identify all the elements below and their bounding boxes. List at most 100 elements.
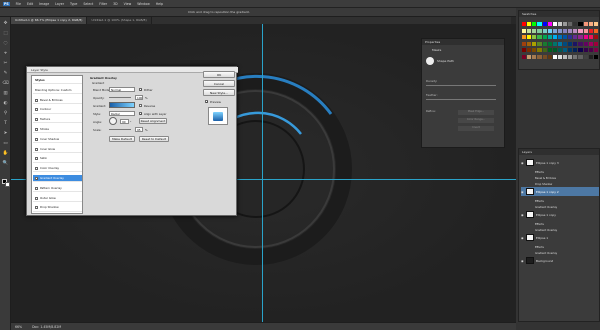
color-swatch[interactable] — [537, 54, 542, 59]
color-swatch[interactable] — [573, 48, 578, 52]
layer-row[interactable]: ◉ Ellipse 1 — [521, 233, 599, 242]
style-item[interactable]: Texture — [33, 116, 82, 124]
background-color-swatch[interactable] — [5, 182, 10, 187]
make-default-button[interactable]: Make Default — [109, 136, 135, 142]
visibility-eye-icon[interactable]: ◉ — [521, 259, 524, 263]
visibility-eye-icon[interactable]: ◉ — [521, 190, 524, 194]
color-swatch[interactable] — [552, 48, 557, 52]
color-swatch[interactable] — [522, 54, 527, 59]
style-checkbox[interactable] — [35, 118, 38, 122]
color-swatch[interactable] — [532, 28, 537, 33]
color-swatch[interactable] — [588, 28, 593, 33]
color-swatch[interactable] — [568, 41, 573, 46]
color-swatch[interactable] — [547, 54, 552, 59]
color-swatch[interactable] — [557, 35, 563, 39]
mask-edge-button[interactable]: Mask Edge... — [458, 110, 494, 115]
visibility-eye-icon[interactable]: ◉ — [521, 236, 524, 240]
document-tab[interactable]: Untitled-1 @ 100% (Shape 1, RGB/8) — [87, 17, 152, 24]
gradient-tool-icon[interactable]: ▥ — [2, 91, 9, 97]
color-swatch[interactable] — [593, 35, 598, 39]
menu-item-3d[interactable]: 3D — [113, 2, 117, 6]
hand-tool-icon[interactable]: ✋ — [2, 151, 9, 157]
visibility-eye-icon[interactable]: ◉ — [521, 161, 524, 165]
style-item[interactable]: ✓ Gradient Overlay — [33, 175, 82, 183]
menu-item-help[interactable]: Help — [156, 2, 163, 6]
opacity-field[interactable]: 100 — [135, 95, 143, 100]
reset-default-button[interactable]: Reset to Default — [139, 136, 169, 142]
color-swatch[interactable] — [593, 22, 598, 26]
menu-item-view[interactable]: View — [124, 2, 132, 6]
layer-row[interactable]: ◉ Background — [521, 256, 599, 265]
color-swatch[interactable] — [563, 41, 568, 46]
color-swatch[interactable] — [573, 22, 578, 26]
color-swatch[interactable] — [578, 35, 583, 39]
color-swatch[interactable] — [532, 22, 537, 26]
style-checkbox[interactable] — [35, 137, 38, 141]
style-item[interactable]: Bevel & Emboss — [33, 97, 82, 104]
color-swatch[interactable] — [537, 22, 542, 26]
color-swatch[interactable] — [532, 35, 537, 39]
color-swatch[interactable] — [527, 22, 532, 26]
color-swatch[interactable] — [527, 35, 532, 39]
preview-checkbox[interactable]: ✓ — [205, 100, 209, 104]
angle-dial[interactable] — [109, 117, 117, 125]
zoom-level[interactable]: 66% — [15, 325, 22, 329]
color-swatch[interactable] — [563, 28, 568, 33]
cancel-button[interactable]: Cancel — [203, 80, 235, 87]
brush-tool-icon[interactable]: ✎ — [2, 71, 9, 77]
style-checkbox[interactable] — [35, 147, 38, 151]
color-swatch[interactable] — [563, 54, 568, 59]
color-swatch[interactable] — [568, 48, 573, 52]
color-swatch[interactable] — [557, 22, 563, 26]
color-swatch[interactable] — [563, 22, 568, 26]
color-swatch[interactable] — [522, 22, 527, 26]
color-swatch[interactable] — [552, 28, 557, 33]
color-swatch[interactable] — [527, 54, 532, 59]
color-swatch[interactable] — [527, 41, 532, 46]
style-item[interactable]: Inner Glow — [33, 146, 82, 153]
menu-item-select[interactable]: Select — [83, 2, 93, 6]
color-swatch[interactable] — [557, 28, 563, 33]
color-swatch[interactable] — [593, 28, 598, 33]
color-swatch[interactable] — [578, 28, 583, 33]
color-swatch[interactable] — [522, 41, 527, 46]
style-checkbox[interactable] — [35, 108, 38, 112]
zoom-tool-icon[interactable]: 🔍 — [2, 161, 9, 167]
color-swatch[interactable] — [552, 35, 557, 39]
color-swatch[interactable] — [532, 41, 537, 46]
color-swatch[interactable] — [537, 35, 542, 39]
color-swatch[interactable] — [552, 22, 557, 26]
menu-item-filter[interactable]: Filter — [99, 2, 107, 6]
invert-button[interactable]: Invert — [458, 126, 494, 131]
menu-item-image[interactable]: Image — [39, 2, 49, 6]
menu-item-type[interactable]: Type — [70, 2, 77, 6]
color-swatch[interactable] — [593, 41, 598, 46]
dither-checkbox[interactable]: ✓ — [139, 88, 143, 92]
style-item[interactable]: Contour — [33, 106, 82, 114]
layer-row[interactable]: ◉ Ellipse 1 copy — [521, 210, 599, 219]
color-swatch[interactable] — [588, 22, 593, 26]
color-swatch[interactable] — [593, 54, 598, 59]
color-swatch[interactable] — [537, 41, 542, 46]
feather-slider[interactable] — [426, 99, 496, 100]
quick-select-tool-icon[interactable]: ⌖ — [2, 51, 9, 57]
color-swatch[interactable] — [583, 41, 588, 46]
style-item[interactable]: Styles — [33, 77, 82, 85]
style-checkbox[interactable] — [35, 186, 38, 190]
style-item[interactable]: Blending Options: Custom — [33, 87, 82, 95]
color-swatch[interactable] — [557, 54, 563, 59]
color-swatch[interactable] — [542, 54, 547, 59]
document-tab[interactable]: Untitled-1 @ 66.7% (Ellipse 1 copy 2, RG… — [11, 17, 88, 24]
color-swatch[interactable] — [522, 35, 527, 39]
menu-item-file[interactable]: File — [16, 2, 21, 6]
type-tool-icon[interactable]: T — [2, 121, 9, 127]
color-swatch[interactable] — [552, 54, 557, 59]
path-select-tool-icon[interactable]: ➤ — [2, 131, 9, 137]
color-swatch[interactable] — [578, 48, 583, 52]
color-swatch[interactable] — [583, 48, 588, 52]
layer-row[interactable]: ◉ Ellipse 1 copy 2 — [521, 187, 599, 196]
color-swatch[interactable] — [547, 28, 552, 33]
style-item[interactable]: Pattern Overlay — [33, 185, 82, 193]
style-checkbox[interactable] — [35, 98, 38, 102]
style-checkbox[interactable] — [35, 157, 38, 161]
